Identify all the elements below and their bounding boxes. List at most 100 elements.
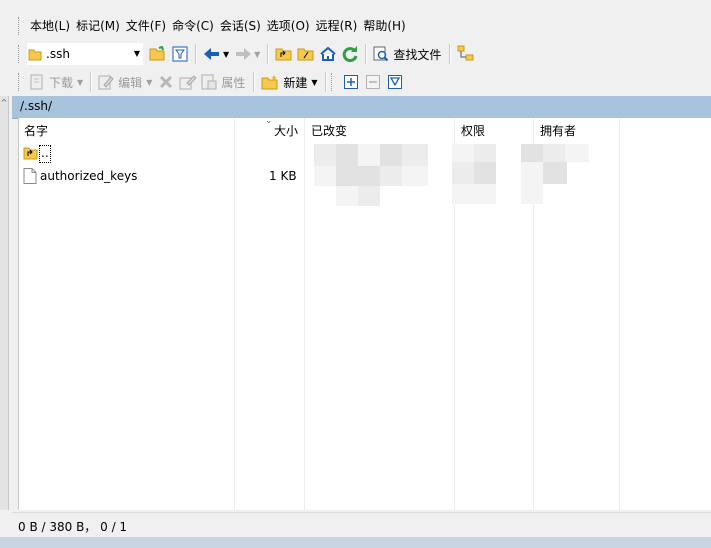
properties-button[interactable]: 属性 — [199, 71, 249, 93]
forward-button[interactable] — [232, 43, 254, 65]
download-button[interactable]: 下载 — [27, 71, 77, 93]
download-dropdown-icon[interactable]: ▼ — [77, 78, 83, 87]
path-combobox[interactable]: .ssh ▼ — [27, 43, 143, 65]
redacted-block — [452, 144, 474, 162]
redacted-block — [358, 186, 380, 206]
toolbar-separator — [195, 44, 197, 64]
file-toolbar: 下载 ▼ 编辑 ▼ 属性 新建 ▼ — [18, 69, 406, 95]
redacted-block — [314, 166, 336, 186]
redacted-block — [380, 144, 402, 166]
redacted-block — [474, 162, 496, 184]
plus-box-icon — [343, 75, 358, 89]
menu-local[interactable]: 本地(L) — [27, 15, 73, 37]
invert-selection-button[interactable] — [384, 71, 406, 93]
back-button[interactable] — [201, 43, 223, 65]
column-header-modified[interactable]: 已改变 — [311, 118, 347, 142]
redacted-block — [452, 184, 474, 204]
home-button[interactable] — [317, 43, 339, 65]
redacted-block — [336, 144, 358, 166]
status-text: 0 B / 380 B， 0 / 1 — [18, 520, 128, 534]
redacted-block — [565, 144, 589, 162]
menu-remote[interactable]: 远程(R) — [313, 15, 361, 37]
rename-button[interactable] — [177, 71, 199, 93]
delete-button[interactable] — [155, 71, 177, 93]
toolbar-grip[interactable] — [18, 17, 22, 35]
unselect-button[interactable] — [362, 71, 384, 93]
scroll-up-icon[interactable]: ^ — [0, 98, 8, 108]
toolbar-separator — [253, 72, 256, 92]
toolbar-grip[interactable] — [18, 73, 22, 91]
sort-indicator-icon: ⌄ — [265, 116, 273, 126]
menu-help[interactable]: 帮助(H) — [360, 15, 408, 37]
menu-file[interactable]: 文件(F) — [123, 15, 169, 37]
toolbar-separator — [324, 72, 327, 92]
redacted-block — [474, 144, 496, 162]
download-label: 下载 — [49, 75, 74, 90]
chevron-down-icon[interactable]: ▼ — [134, 49, 140, 58]
menu-session[interactable]: 会话(S) — [217, 15, 264, 37]
root-folder-icon — [297, 48, 314, 61]
properties-label: 属性 — [221, 75, 246, 90]
tree-button[interactable] — [455, 43, 477, 65]
open-folder-icon — [149, 46, 165, 61]
redacted-block — [452, 162, 474, 184]
edit-label: 编辑 — [118, 75, 143, 90]
edit-icon — [98, 75, 114, 90]
status-bar: 0 B / 380 B， 0 / 1 — [12, 512, 711, 537]
file-name: authorized_keys — [40, 169, 138, 183]
redacted-block — [336, 166, 358, 186]
select-button[interactable] — [340, 71, 362, 93]
menu-mark[interactable]: 标记(M) — [73, 15, 123, 37]
current-path: /.ssh/ — [20, 99, 53, 113]
parent-folder-icon — [275, 48, 292, 61]
menu-options[interactable]: 选项(O) — [264, 15, 313, 37]
menu-commands[interactable]: 命令(C) — [169, 15, 217, 37]
properties-icon — [201, 74, 217, 90]
tree-icon — [457, 45, 474, 61]
find-files-label: 查找文件 — [393, 47, 442, 62]
path-combobox-value: .ssh — [46, 47, 70, 61]
address-bar[interactable]: /.ssh/ — [12, 96, 711, 119]
redacted-block — [543, 162, 567, 184]
redacted-block — [402, 144, 428, 166]
back-dropdown-icon[interactable]: ▼ — [223, 50, 229, 59]
toolbar-separator — [365, 44, 368, 64]
forward-dropdown-icon[interactable]: ▼ — [254, 50, 260, 59]
toolbar-separator — [267, 44, 270, 64]
redacted-block — [521, 162, 543, 184]
left-panel-splitter[interactable] — [0, 96, 9, 510]
edit-dropdown-icon[interactable]: ▼ — [146, 78, 152, 87]
find-files-button[interactable]: 查找文件 — [371, 43, 445, 65]
redacted-block — [358, 144, 380, 166]
filter-box-icon — [387, 75, 402, 89]
new-dropdown-icon[interactable]: ▼ — [311, 78, 317, 87]
menu-bar: 本地(L) 标记(M) 文件(F) 命令(C) 会话(S) 选项(O) 远程(R… — [18, 14, 409, 38]
redacted-block — [474, 184, 496, 204]
redacted-block — [358, 166, 380, 186]
bottom-panel-strip — [0, 537, 711, 548]
column-header-owner[interactable]: 拥有者 — [540, 118, 576, 142]
column-header-size[interactable]: 大小 — [274, 118, 298, 142]
new-button[interactable]: 新建 — [259, 71, 311, 93]
forward-arrow-icon — [236, 48, 252, 60]
file-size: 1 KB — [269, 169, 297, 183]
folder-icon — [28, 49, 42, 61]
file-list[interactable]: 名字 ⌄ 大小 已改变 权限 拥有者 .. authorized_keys 1 … — [18, 116, 711, 510]
open-folder-button[interactable] — [147, 43, 169, 65]
edit-button[interactable]: 编辑 — [96, 71, 146, 93]
parent-directory-icon — [23, 145, 39, 165]
column-header-rights[interactable]: 权限 — [461, 118, 485, 142]
filter-button[interactable] — [169, 43, 191, 65]
column-header-name[interactable]: 名字 — [24, 118, 48, 142]
home-icon — [320, 46, 336, 61]
minus-box-icon — [365, 75, 380, 89]
toolbar-separator — [449, 44, 452, 64]
parent-directory-button[interactable] — [273, 43, 295, 65]
refresh-button[interactable] — [339, 43, 361, 65]
root-directory-button[interactable] — [295, 43, 317, 65]
new-folder-icon — [261, 75, 278, 90]
redacted-block — [521, 184, 543, 204]
redacted-block — [380, 166, 402, 186]
toolbar-grip[interactable] — [330, 73, 335, 91]
toolbar-grip[interactable] — [18, 45, 22, 63]
